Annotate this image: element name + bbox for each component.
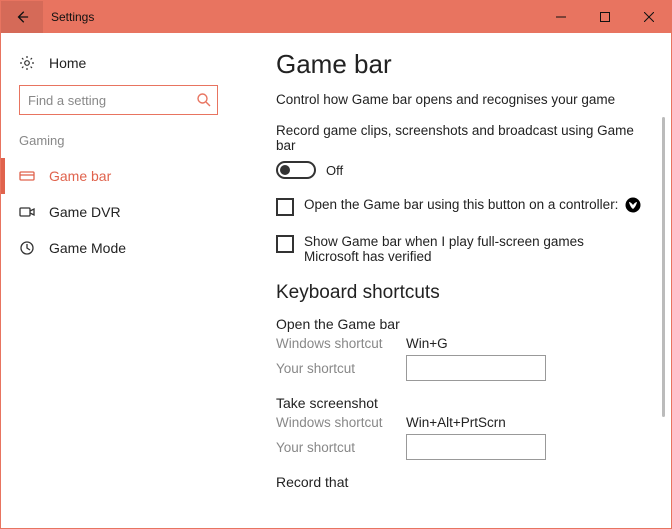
controller-checkbox-row: Open the Game bar using this button on a… bbox=[276, 197, 643, 216]
sidebar-item-label: Game bar bbox=[49, 168, 111, 184]
maximize-button[interactable] bbox=[583, 1, 627, 33]
page-title: Game bar bbox=[276, 49, 643, 80]
home-label: Home bbox=[49, 55, 86, 71]
windows-shortcut-label: Windows shortcut bbox=[276, 336, 406, 351]
gear-icon bbox=[19, 55, 35, 71]
toggle-knob bbox=[280, 165, 290, 175]
game-dvr-icon bbox=[19, 204, 35, 220]
game-mode-icon bbox=[19, 240, 35, 256]
sidebar-item-label: Game DVR bbox=[49, 204, 121, 220]
your-shortcut-input[interactable] bbox=[406, 434, 546, 460]
windows-shortcut-label: Windows shortcut bbox=[276, 415, 406, 430]
toggle-state-label: Off bbox=[326, 163, 343, 178]
windows-shortcut-value: Win+G bbox=[406, 336, 448, 351]
home-button[interactable]: Home bbox=[1, 51, 236, 85]
record-toggle[interactable] bbox=[276, 161, 316, 179]
fullscreen-checkbox-row: Show Game bar when I play full-screen ga… bbox=[276, 234, 643, 264]
window-body: Home Gaming Game bar Game DVR Game Mode bbox=[1, 33, 671, 528]
xbox-icon bbox=[625, 197, 641, 213]
shortcut-group-open: Open the Game bar Windows shortcut Win+G… bbox=[276, 316, 643, 381]
window-title: Settings bbox=[51, 10, 94, 24]
close-button[interactable] bbox=[627, 1, 671, 33]
back-arrow-icon bbox=[15, 10, 29, 24]
sidebar: Home Gaming Game bar Game DVR Game Mode bbox=[1, 33, 236, 528]
maximize-icon bbox=[600, 12, 610, 22]
shortcut-name: Record that bbox=[276, 474, 643, 490]
settings-window: Settings Home Gaming Game bar Ga bbox=[0, 0, 672, 529]
category-label: Gaming bbox=[1, 133, 236, 158]
sidebar-item-game-bar[interactable]: Game bar bbox=[1, 158, 236, 194]
game-bar-icon bbox=[19, 168, 35, 184]
sidebar-item-game-dvr[interactable]: Game DVR bbox=[1, 194, 236, 230]
search-icon bbox=[196, 92, 212, 108]
windows-shortcut-value: Win+Alt+PrtScrn bbox=[406, 415, 506, 430]
minimize-icon bbox=[556, 12, 566, 22]
content-pane: Game bar Control how Game bar opens and … bbox=[236, 33, 671, 528]
record-label: Record game clips, screenshots and broad… bbox=[276, 123, 643, 153]
search-container bbox=[19, 85, 218, 115]
fullscreen-checkbox-label: Show Game bar when I play full-screen ga… bbox=[304, 234, 624, 264]
sidebar-item-label: Game Mode bbox=[49, 240, 126, 256]
search-input[interactable] bbox=[19, 85, 218, 115]
controller-checkbox-text: Open the Game bar using this button on a… bbox=[304, 197, 618, 212]
close-icon bbox=[644, 12, 654, 22]
your-shortcut-label: Your shortcut bbox=[276, 361, 406, 376]
controller-checkbox-label: Open the Game bar using this button on a… bbox=[304, 197, 641, 213]
shortcut-name: Take screenshot bbox=[276, 395, 643, 411]
controller-checkbox[interactable] bbox=[276, 198, 294, 216]
your-shortcut-input[interactable] bbox=[406, 355, 546, 381]
fullscreen-checkbox[interactable] bbox=[276, 235, 294, 253]
sidebar-item-game-mode[interactable]: Game Mode bbox=[1, 230, 236, 266]
shortcut-name: Open the Game bar bbox=[276, 316, 643, 332]
record-toggle-row: Off bbox=[276, 161, 643, 179]
shortcuts-heading: Keyboard shortcuts bbox=[276, 282, 643, 304]
your-shortcut-label: Your shortcut bbox=[276, 440, 406, 455]
back-button[interactable] bbox=[1, 1, 43, 33]
shortcut-group-record-that: Record that bbox=[276, 474, 643, 490]
window-controls bbox=[539, 1, 671, 33]
scrollbar[interactable] bbox=[662, 117, 665, 417]
shortcut-group-screenshot: Take screenshot Windows shortcut Win+Alt… bbox=[276, 395, 643, 460]
page-subtitle: Control how Game bar opens and recognise… bbox=[276, 92, 643, 107]
titlebar: Settings bbox=[1, 1, 671, 33]
minimize-button[interactable] bbox=[539, 1, 583, 33]
